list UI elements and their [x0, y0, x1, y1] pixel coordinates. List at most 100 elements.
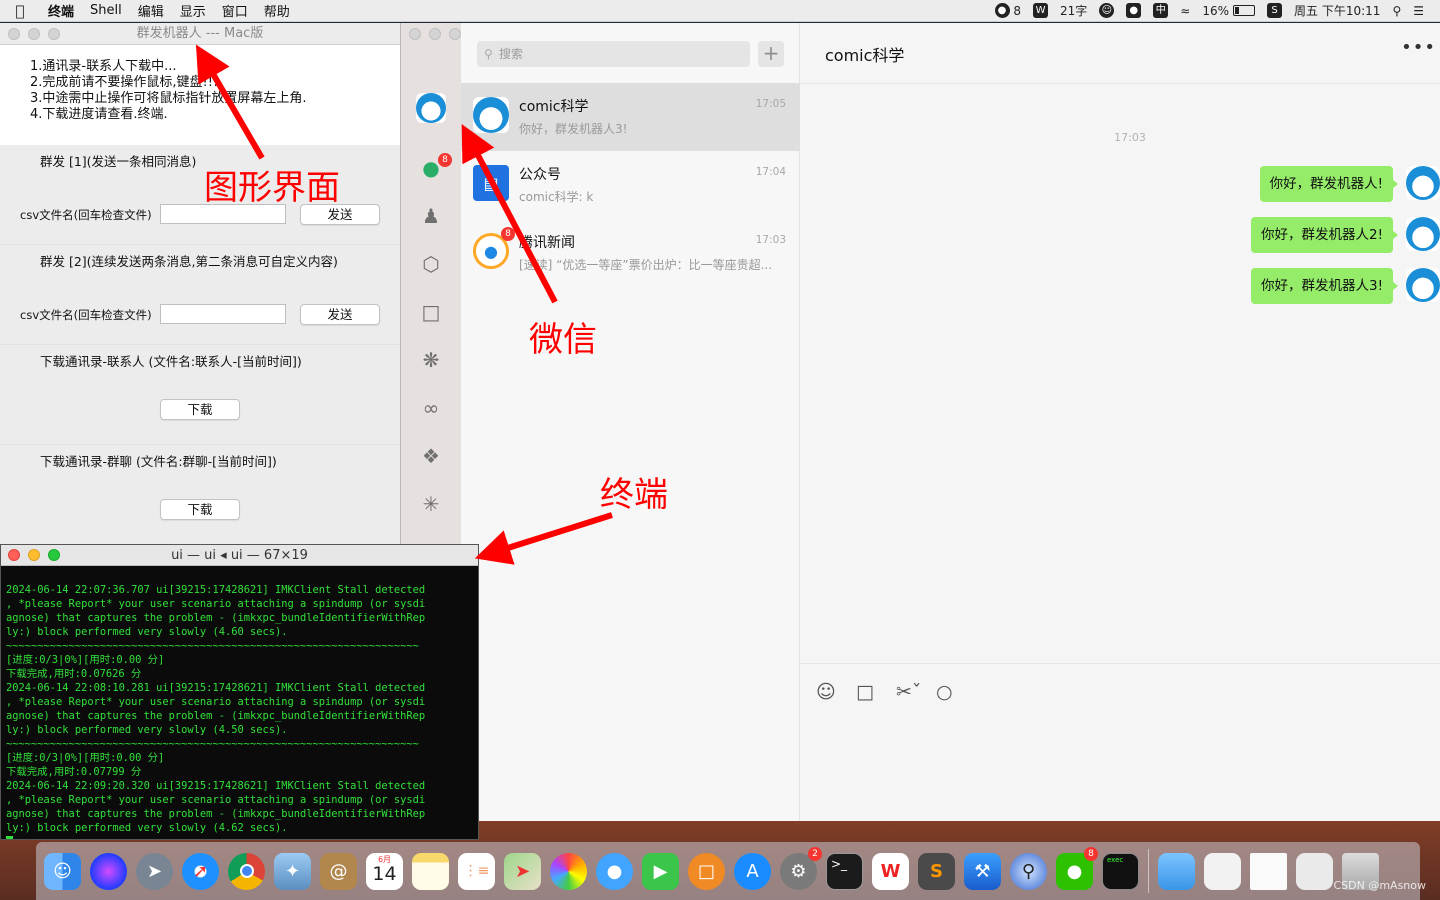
messages-icon[interactable]: ●: [596, 852, 633, 890]
books-icon[interactable]: □: [688, 852, 725, 890]
close-button[interactable]: [8, 28, 20, 40]
screenshot-1-icon[interactable]: [1204, 852, 1241, 890]
close-button[interactable]: [8, 549, 20, 561]
minimize-button[interactable]: [429, 28, 441, 40]
reminders-icon[interactable]: ⋮≡: [458, 852, 495, 890]
chat-panel: comic科学 ••• 17:03 你好，群发机器人! 你好，群发机器人2! 你…: [800, 23, 1440, 821]
clock[interactable]: 周五 下午10:11: [1288, 2, 1386, 19]
close-button[interactable]: [409, 28, 421, 40]
chat-timestamp: 17:03: [1114, 131, 1146, 144]
search-icon: ⚲: [484, 47, 493, 61]
wechat-app-icon[interactable]: ● 8: [1056, 846, 1098, 890]
files-folder-icon[interactable]: □: [418, 299, 444, 325]
sent-message-bubble[interactable]: 你好，群发机器人2!: [1250, 217, 1399, 253]
photos-icon[interactable]: [550, 852, 587, 890]
message-input-area[interactable]: ☺ □ ✂ˇ ○: [800, 663, 1440, 821]
favorites-icon[interactable]: ⬡: [418, 251, 444, 277]
wps-status-icon[interactable]: W: [1027, 3, 1054, 18]
moments-icon[interactable]: ❋: [418, 347, 444, 373]
notes-icon[interactable]: [412, 852, 449, 890]
conversation-item-tencent-news[interactable]: ● 8 腾讯新闻 [速读] “优选一等座”票价出炉：比一等座贵超... 17:0…: [461, 219, 800, 287]
my-avatar[interactable]: [416, 93, 446, 123]
zoom-button[interactable]: [48, 549, 60, 561]
maps-icon[interactable]: ➤: [504, 852, 541, 890]
terminal-app-icon[interactable]: >_: [826, 852, 863, 890]
menu-window[interactable]: 窗口: [214, 1, 256, 20]
microphone-status-icon[interactable]: ●: [1120, 3, 1147, 18]
console-icon[interactable]: exec: [1102, 852, 1139, 890]
send-file-icon[interactable]: □: [856, 681, 874, 703]
preview-icon[interactable]: ✦: [274, 852, 311, 890]
zoom-button[interactable]: [48, 28, 60, 40]
facetime-icon[interactable]: ▶: [642, 852, 679, 890]
my-avatar[interactable]: [1406, 217, 1440, 251]
contacts-app-icon[interactable]: @: [320, 852, 357, 890]
search-input[interactable]: 搜索: [477, 41, 750, 67]
wifi-icon[interactable]: ≈: [1174, 4, 1196, 18]
menu-edit[interactable]: 编辑: [130, 1, 172, 20]
bot-titlebar[interactable]: 群发机器人 --- Mac版: [0, 23, 400, 45]
sync-status-icon[interactable]: S: [1261, 3, 1288, 18]
calendar-icon[interactable]: 6月 14: [366, 852, 403, 890]
chrome-icon[interactable]: [228, 852, 265, 890]
zoom-button[interactable]: [449, 28, 461, 40]
network-utility-icon[interactable]: ⚲: [1010, 852, 1047, 890]
terminal-line: 2024-06-14 22:07:36.707 ui[39215:1742862…: [6, 584, 426, 596]
channels-icon[interactable]: ∞: [418, 395, 444, 421]
battery-percent: 16%: [1202, 3, 1230, 18]
screenshot-2-icon[interactable]: [1296, 852, 1333, 890]
my-avatar[interactable]: [1406, 166, 1440, 200]
add-chat-button[interactable]: +: [758, 41, 784, 67]
document-icon[interactable]: [1250, 852, 1287, 890]
minimize-button[interactable]: [28, 28, 40, 40]
download-groups-button[interactable]: 下载: [160, 499, 240, 520]
wechat-status-item[interactable]: ● 8: [989, 3, 1027, 18]
chat-history-icon[interactable]: ○: [936, 681, 953, 703]
more-options-icon[interactable]: •••: [1401, 37, 1436, 58]
input-method-status[interactable]: 中: [1147, 3, 1174, 18]
xcode-icon[interactable]: ⚒: [964, 852, 1001, 890]
system-preferences-icon[interactable]: ⚙ 2: [780, 846, 822, 890]
conversation-item-official-accounts[interactable]: ▤ 公众号 comic科学: k 17:04: [461, 151, 800, 219]
group-send-bot-window: 群发机器人 --- Mac版 1.通讯录-联系人下载中... 2.完成前请不要操…: [0, 23, 401, 544]
my-avatar[interactable]: [1406, 268, 1440, 302]
wps-icon[interactable]: W: [872, 852, 909, 890]
send-button-2[interactable]: 发送: [300, 304, 380, 325]
sent-message-bubble[interactable]: 你好，群发机器人!: [1259, 166, 1399, 202]
conversation-item-comic[interactable]: comic科学 你好，群发机器人3! 17:05: [461, 83, 800, 151]
terminal-output[interactable]: 2024-06-14 22:07:36.707 ui[39215:1742862…: [1, 566, 478, 839]
emoji-icon[interactable]: ☺: [816, 681, 836, 703]
sublime-text-icon[interactable]: S: [918, 852, 955, 890]
terminal-line: , *please Report* your user scenario att…: [6, 598, 426, 610]
menu-help[interactable]: 帮助: [256, 1, 298, 20]
siri-icon[interactable]: [90, 852, 127, 890]
menu-terminal[interactable]: 终端: [40, 1, 82, 20]
contacts-icon[interactable]: ♟: [418, 203, 444, 229]
search-discover-icon[interactable]: ✳: [418, 491, 444, 517]
minimize-button[interactable]: [28, 549, 40, 561]
download-contacts-button[interactable]: 下载: [160, 399, 240, 420]
calendar-day: 14: [372, 862, 397, 885]
battery-status[interactable]: 16%: [1196, 4, 1261, 18]
menu-view[interactable]: 显示: [172, 1, 214, 20]
terminal-titlebar[interactable]: ui — ui ◂ ui — 67×19: [1, 545, 478, 566]
menu-shell[interactable]: Shell: [82, 3, 130, 18]
downloads-folder-icon[interactable]: [1158, 852, 1195, 890]
notification-center-icon[interactable]: ☰: [1407, 4, 1430, 18]
safari-icon[interactable]: ➚: [182, 852, 219, 890]
word-count-status[interactable]: 21字: [1054, 2, 1093, 19]
app-store-icon[interactable]: A: [734, 852, 771, 890]
conversation-name: comic科学: [519, 99, 589, 115]
bot-instructions: 1.通讯录-联系人下载中... 2.完成前请不要操作鼠标,键盘!!! 3.中途需…: [0, 45, 400, 145]
csv-filename-input-2[interactable]: [160, 304, 286, 324]
terminal-line: ly:) block performed very slowly (4.60 s…: [6, 626, 288, 638]
mini-programs-icon[interactable]: ❖: [418, 443, 444, 469]
launchpad-icon[interactable]: ➤: [136, 852, 173, 890]
finder-icon[interactable]: ☺: [44, 852, 81, 890]
screenshot-scissors-icon[interactable]: ✂ˇ: [896, 681, 921, 703]
spotlight-search-icon[interactable]: ⚲: [1386, 4, 1407, 18]
face-status-icon[interactable]: ☺: [1093, 3, 1120, 18]
apple-menu-icon[interactable]: : [0, 2, 40, 20]
conversation-time: 17:05: [755, 98, 786, 110]
sent-message-bubble[interactable]: 你好，群发机器人3!: [1250, 268, 1399, 304]
